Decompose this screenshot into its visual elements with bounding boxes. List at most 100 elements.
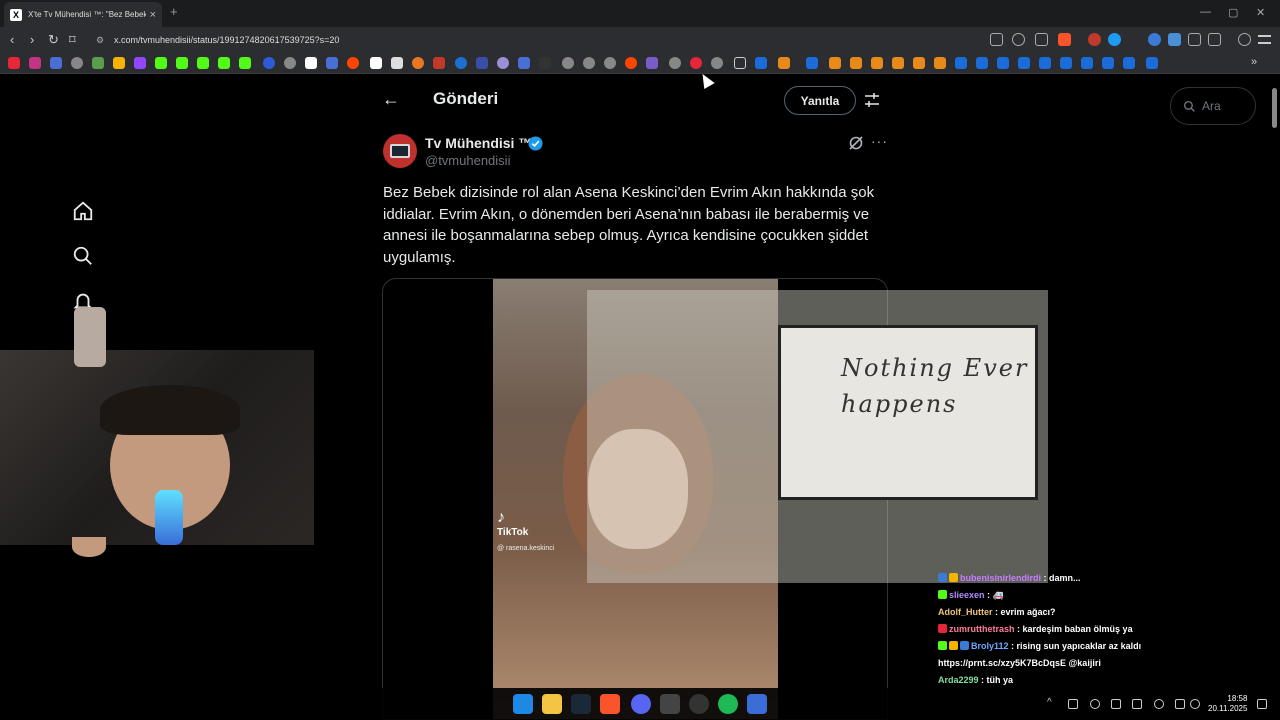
bookmark-icon[interactable]: ⌑ xyxy=(69,32,76,48)
bookmark-favicon-icon[interactable] xyxy=(1123,57,1135,69)
tray-mic-icon[interactable] xyxy=(1154,699,1164,709)
author-handle[interactable]: @tvmuhendisii xyxy=(425,153,510,168)
steam-icon[interactable] xyxy=(571,694,591,714)
bookmark-favicon-icon[interactable] xyxy=(806,57,818,69)
bookmark-favicon-icon[interactable] xyxy=(476,57,488,69)
home-icon[interactable] xyxy=(72,200,94,222)
tray-steam-icon[interactable] xyxy=(1111,699,1121,709)
bookmark-favicon-icon[interactable] xyxy=(913,57,925,69)
bookmark-favicon-icon[interactable] xyxy=(391,57,403,69)
bookmark-favicon-icon[interactable] xyxy=(239,57,251,69)
bookmark-favicon-icon[interactable] xyxy=(1018,57,1030,69)
app-icon[interactable] xyxy=(660,694,680,714)
address-bar[interactable]: ⚙ x.com/tvmuhendisii/status/199127482061… xyxy=(88,30,1088,50)
browser-tab[interactable]: X X'te Tv Mühendisi ™: "Bez Bebek × xyxy=(4,2,162,27)
sliders-filter-icon[interactable] xyxy=(864,92,880,108)
brave-shield-icon[interactable] xyxy=(1058,33,1071,46)
tray-volume-icon[interactable] xyxy=(1132,699,1142,709)
bookmark-favicon-icon[interactable] xyxy=(829,57,841,69)
search-input[interactable]: Ara xyxy=(1170,87,1256,125)
bookmark-favicon-icon[interactable] xyxy=(113,57,125,69)
bookmark-favicon-icon[interactable] xyxy=(625,57,637,69)
bookmark-favicon-icon[interactable] xyxy=(997,57,1009,69)
explore-search-icon[interactable] xyxy=(72,245,94,267)
bookmark-favicon-icon[interactable] xyxy=(305,57,317,69)
bookmark-favicon-icon[interactable] xyxy=(1039,57,1051,69)
bookmark-favicon-icon[interactable] xyxy=(669,57,681,69)
avatar[interactable] xyxy=(383,134,417,168)
bookmark-favicon-icon[interactable] xyxy=(92,57,104,69)
bookmark-favicon-icon[interactable] xyxy=(976,57,988,69)
extension-icon[interactable] xyxy=(1108,33,1121,46)
bookmark-favicon-icon[interactable] xyxy=(646,57,658,69)
bookmark-favicon-icon[interactable] xyxy=(134,57,146,69)
bookmark-favicon-icon[interactable] xyxy=(29,57,41,69)
bookmark-favicon-icon[interactable] xyxy=(755,57,767,69)
bookmark-favicon-icon[interactable] xyxy=(1102,57,1114,69)
discord-icon[interactable] xyxy=(631,694,651,714)
bookmark-favicon-icon[interactable] xyxy=(455,57,467,69)
bookmark-favicon-icon[interactable] xyxy=(218,57,230,69)
bookmark-favicon-icon[interactable] xyxy=(1060,57,1072,69)
zoom-icon[interactable] xyxy=(1012,33,1025,46)
extension-icon[interactable] xyxy=(1148,33,1161,46)
extension-icon[interactable] xyxy=(1088,33,1101,46)
bookmark-favicon-icon[interactable] xyxy=(497,57,509,69)
bookmark-favicon-icon[interactable] xyxy=(539,57,551,69)
bookmark-favicon-icon[interactable] xyxy=(197,57,209,69)
bookmark-favicon-icon[interactable] xyxy=(176,57,188,69)
bookmark-favicon-icon[interactable] xyxy=(433,57,445,69)
window-close-icon[interactable]: ✕ xyxy=(1256,6,1265,19)
reload-icon[interactable]: ↻ xyxy=(48,32,59,48)
bookmark-favicon-icon[interactable] xyxy=(562,57,574,69)
minimize-icon[interactable]: — xyxy=(1200,6,1211,18)
bookmark-favicon-icon[interactable] xyxy=(370,57,382,69)
tray-network-icon[interactable] xyxy=(1175,699,1185,709)
reply-button[interactable]: Yanıtla xyxy=(784,86,856,115)
bookmark-favicon-icon[interactable] xyxy=(284,57,296,69)
bookmark-favicon-icon[interactable] xyxy=(1081,57,1093,69)
bookmark-favicon-icon[interactable] xyxy=(50,57,62,69)
tray-icon[interactable] xyxy=(1068,699,1078,709)
back-arrow-icon[interactable]: ← xyxy=(382,89,400,110)
bookmark-favicon-icon[interactable] xyxy=(892,57,904,69)
bookmark-favicon-icon[interactable] xyxy=(850,57,862,69)
site-settings-icon[interactable]: ⚙ xyxy=(96,30,104,50)
sidebar-icon[interactable] xyxy=(1208,33,1221,46)
bookmark-favicon-icon[interactable] xyxy=(711,57,723,69)
back-nav-icon[interactable]: ‹ xyxy=(10,32,14,47)
start-menu-icon[interactable] xyxy=(513,694,533,714)
file-explorer-icon[interactable] xyxy=(542,694,562,714)
notification-center-icon[interactable] xyxy=(1257,699,1267,709)
system-clock[interactable]: 18:58 20.11.2025 xyxy=(1208,694,1247,714)
more-options-icon[interactable]: ··· xyxy=(871,133,888,149)
bookmark-favicon-icon[interactable] xyxy=(690,57,702,69)
share-icon[interactable] xyxy=(1035,33,1048,46)
bookmark-favicon-icon[interactable] xyxy=(347,57,359,69)
bookmark-favicon-icon[interactable] xyxy=(778,57,790,69)
bookmark-favicon-icon[interactable] xyxy=(412,57,424,69)
grok-icon[interactable] xyxy=(848,135,864,151)
menu-icon[interactable] xyxy=(1258,35,1271,44)
bookmark-folder-icon[interactable] xyxy=(734,57,746,69)
bookmark-favicon-icon[interactable] xyxy=(871,57,883,69)
bookmark-favicon-icon[interactable] xyxy=(518,57,530,69)
more-bookmarks-icon[interactable]: » xyxy=(1251,56,1257,68)
bookmark-favicon-icon[interactable] xyxy=(263,57,275,69)
media-icon[interactable] xyxy=(1238,33,1251,46)
tab-close-button[interactable]: × xyxy=(150,9,156,21)
tray-chevron-icon[interactable]: ^ xyxy=(1047,697,1052,708)
cast-icon[interactable] xyxy=(990,33,1003,46)
tray-icon[interactable] xyxy=(1090,699,1100,709)
bookmark-favicon-icon[interactable] xyxy=(583,57,595,69)
bookmark-favicon-icon[interactable] xyxy=(604,57,616,69)
tray-speaker-icon[interactable] xyxy=(1190,699,1200,709)
bookmark-favicon-icon[interactable] xyxy=(155,57,167,69)
bookmark-favicon-icon[interactable] xyxy=(1146,57,1158,69)
bookmark-favicon-icon[interactable] xyxy=(934,57,946,69)
obs-icon[interactable] xyxy=(689,694,709,714)
extension-icon[interactable] xyxy=(1168,33,1181,46)
maximize-icon[interactable]: ▢ xyxy=(1228,6,1238,19)
bookmark-favicon-icon[interactable] xyxy=(71,57,83,69)
spotify-icon[interactable] xyxy=(718,694,738,714)
